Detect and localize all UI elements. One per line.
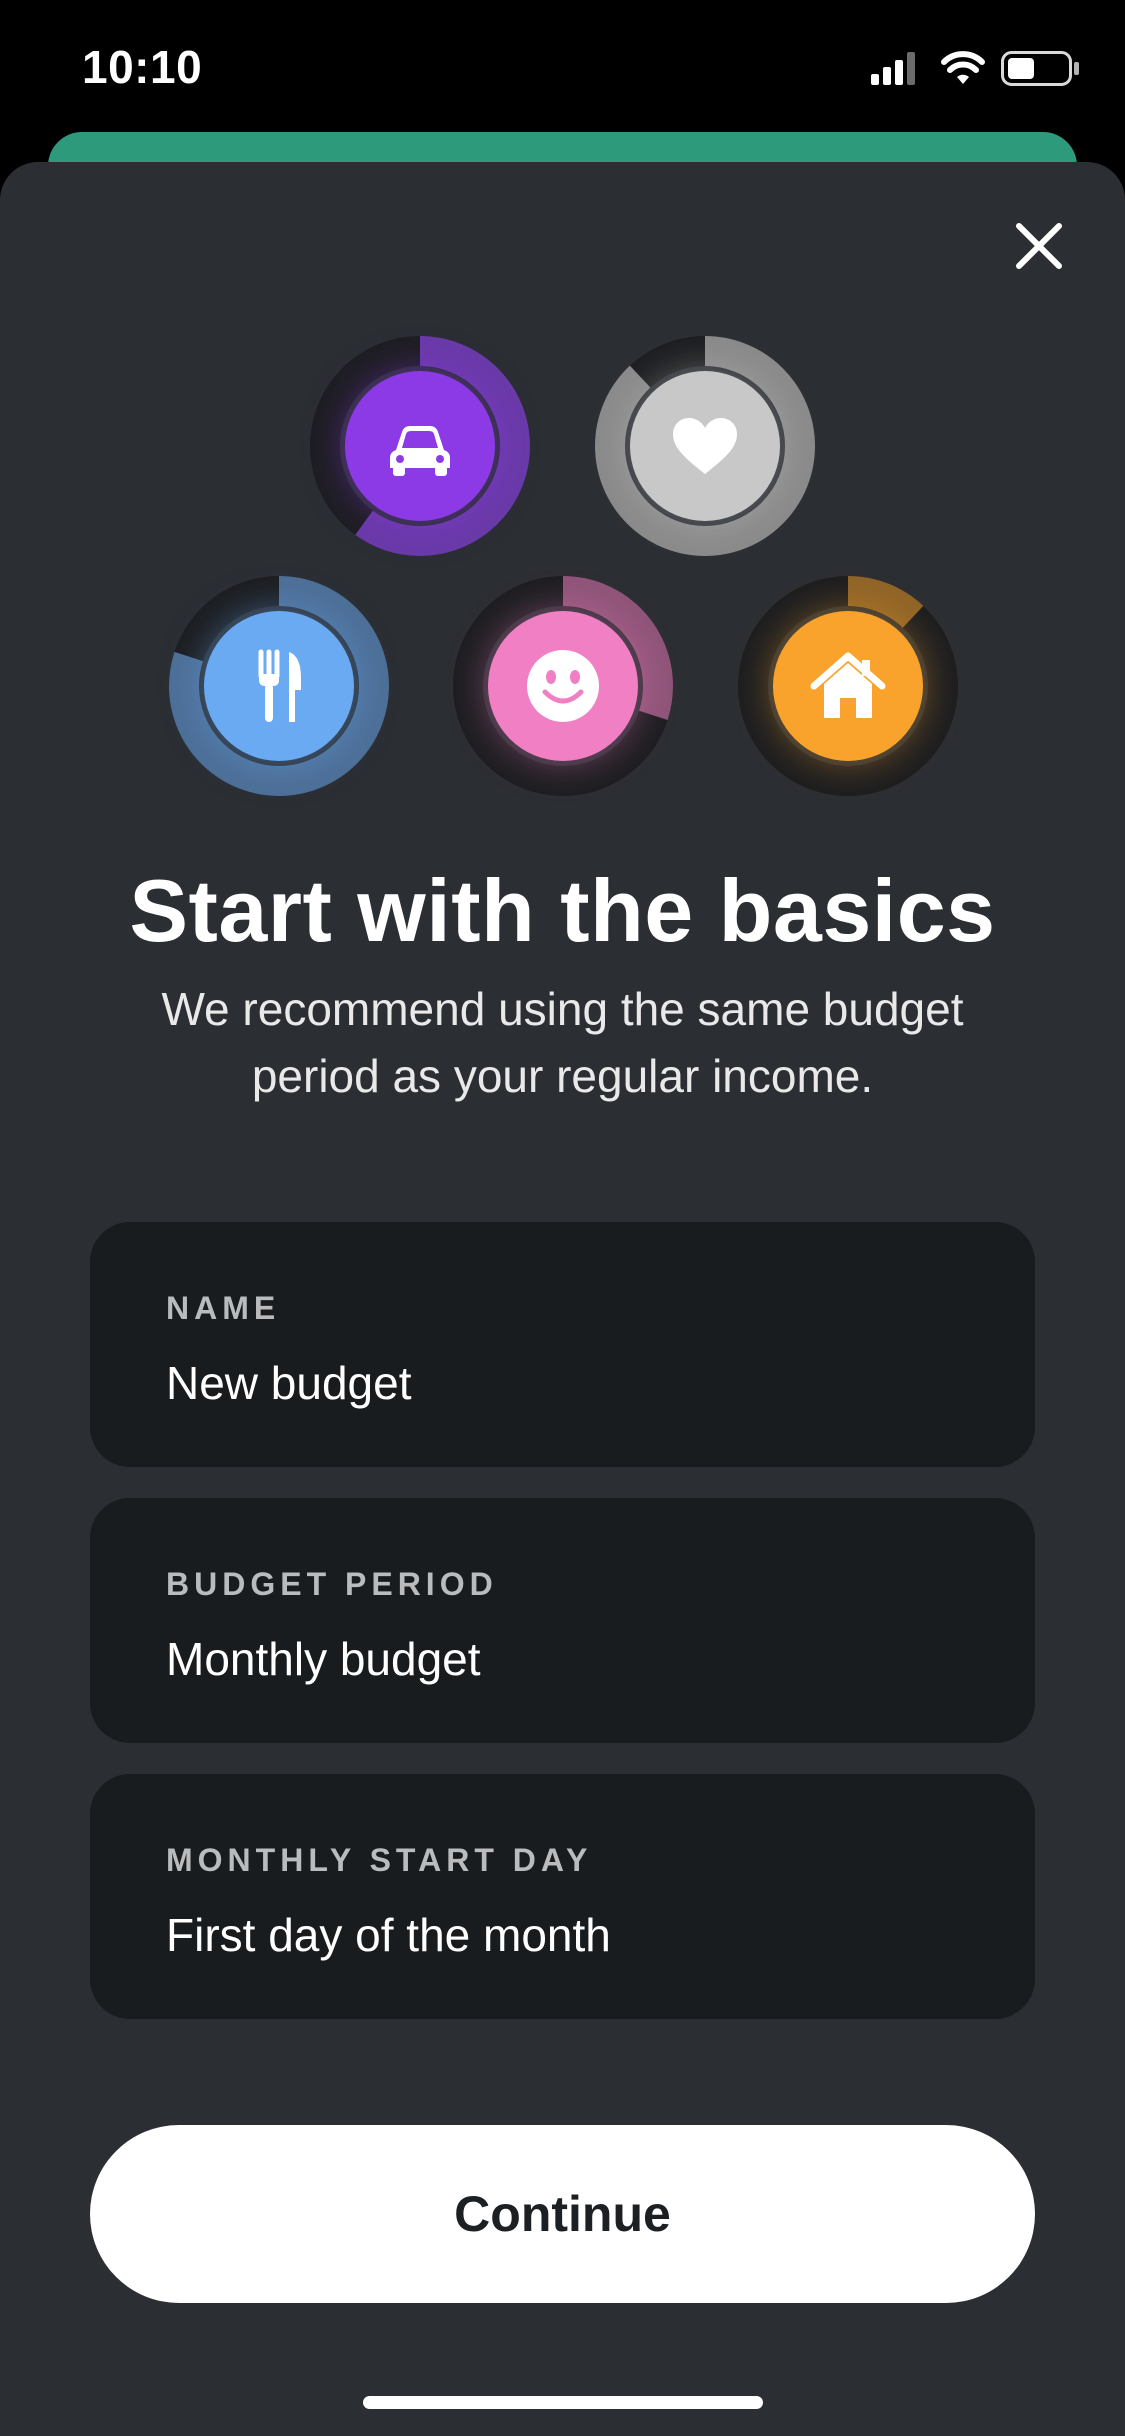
category-ring-transportation — [310, 336, 530, 556]
status-bar: 10:10 — [0, 0, 1125, 135]
name-field[interactable]: NAME New budget — [90, 1222, 1035, 1467]
monthly-start-day-field[interactable]: MONTHLY START DAY First day of the month — [90, 1774, 1035, 2019]
smiley-icon — [488, 611, 638, 761]
close-button[interactable] — [1009, 216, 1069, 276]
page-subtitle: We recommend using the same budget perio… — [161, 983, 964, 1102]
continue-button[interactable]: Continue — [90, 2125, 1035, 2303]
budget-period-field[interactable]: BUDGET PERIOD Monthly budget — [90, 1498, 1035, 1743]
house-icon — [773, 611, 923, 761]
battery-icon — [1001, 51, 1079, 86]
cellular-signal-icon — [871, 52, 915, 85]
category-ring-home — [738, 576, 958, 796]
page-title: Start with the basics — [129, 861, 996, 960]
home-indicator[interactable] — [363, 2396, 763, 2409]
wifi-icon — [941, 51, 985, 84]
budget-period-field-value: Monthly budget — [166, 1633, 481, 1685]
fork-knife-icon — [204, 611, 354, 761]
category-ring-food — [169, 576, 389, 796]
name-field-label: NAME — [166, 1290, 281, 1326]
name-field-value: New budget — [166, 1357, 412, 1409]
screen: 10:10 Start with the basics We recommend… — [0, 0, 1125, 2436]
car-icon — [345, 371, 495, 521]
heart-icon — [630, 371, 780, 521]
category-ring-entertainment — [453, 576, 673, 796]
monthly-start-day-field-value: First day of the month — [166, 1909, 611, 1961]
close-icon — [1016, 223, 1062, 269]
status-icons — [871, 48, 1081, 88]
monthly-start-day-field-label: MONTHLY START DAY — [166, 1842, 593, 1878]
status-time: 10:10 — [82, 41, 203, 93]
budget-period-field-label: BUDGET PERIOD — [166, 1566, 498, 1602]
category-ring-health — [595, 336, 815, 556]
